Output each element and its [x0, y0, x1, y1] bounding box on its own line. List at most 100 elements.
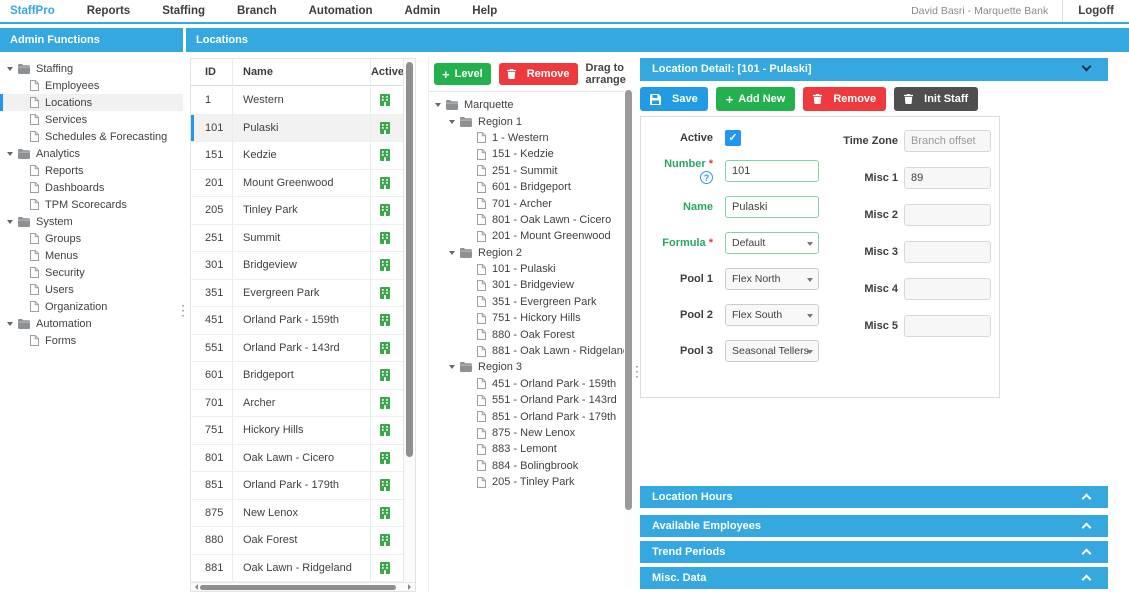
sidebar-item-tpm-scorecards[interactable]: TPM Scorecards — [0, 196, 183, 213]
org-item-880-oak-forest[interactable]: 880 - Oak Forest — [433, 326, 634, 342]
table-row-701[interactable]: 701Archer — [191, 390, 415, 418]
sidebar-folder-automation[interactable]: Automation — [0, 315, 183, 332]
org-item-801-oak-lawn-cicero[interactable]: 801 - Oak Lawn - Cicero — [433, 212, 634, 228]
org-item-451-orland-park-159th[interactable]: 451 - Orland Park - 159th — [433, 376, 634, 392]
org-folder-region-1[interactable]: Region 1 — [433, 113, 634, 129]
caret-down-icon[interactable] — [435, 103, 441, 107]
remove-button[interactable]: Remove — [803, 87, 886, 111]
caret-down-icon[interactable] — [7, 322, 13, 326]
table-vertical-scrollbar[interactable] — [403, 59, 415, 582]
table-row-601[interactable]: 601Bridgeport — [191, 362, 415, 390]
scroll-right-arrow-icon[interactable] — [408, 584, 414, 590]
caret-down-icon[interactable] — [449, 120, 455, 124]
table-row-851[interactable]: 851Orland Park - 179th — [191, 472, 415, 500]
add-new-button[interactable]: + Add New — [716, 87, 796, 111]
sidebar-item-dashboards[interactable]: Dashboards — [0, 179, 183, 196]
pool3-select[interactable]: Seasonal Tellers — [725, 340, 819, 362]
org-item-301-bridgeview[interactable]: 301 - Bridgeview — [433, 277, 634, 293]
nav-item-staffing[interactable]: Staffing — [146, 5, 221, 17]
sidebar-item-reports[interactable]: Reports — [0, 162, 183, 179]
table-row-551[interactable]: 551Orland Park - 143rd — [191, 335, 415, 363]
sidebar-item-groups[interactable]: Groups — [0, 230, 183, 247]
sidebar-folder-system[interactable]: System — [0, 213, 183, 230]
org-item-101-pulaski[interactable]: 101 - Pulaski — [433, 261, 634, 277]
org-item-205-tinley-park[interactable]: 205 - Tinley Park — [433, 474, 634, 490]
table-row-751[interactable]: 751Hickory Hills — [191, 417, 415, 445]
nav-item-automation[interactable]: Automation — [293, 5, 389, 17]
org-item-851-orland-park-179th[interactable]: 851 - Orland Park - 179th — [433, 408, 634, 424]
pool2-select[interactable]: Flex South — [725, 304, 819, 326]
nav-item-help[interactable]: Help — [456, 5, 513, 17]
org-folder-marquette[interactable]: Marquette — [433, 97, 634, 113]
misc4-input[interactable] — [904, 278, 991, 300]
location-detail-header[interactable]: Location Detail: [101 - Pulaski] — [640, 58, 1108, 81]
column-header-name[interactable]: Name — [233, 59, 371, 85]
caret-down-icon[interactable] — [7, 152, 13, 156]
org-item-1-western[interactable]: 1 - Western — [433, 130, 634, 146]
table-row-880[interactable]: 880Oak Forest — [191, 527, 415, 555]
active-checkbox[interactable]: ✓ — [725, 130, 741, 146]
sidebar-item-menus[interactable]: Menus — [0, 247, 183, 264]
org-item-351-evergreen-park[interactable]: 351 - Evergreen Park — [433, 294, 634, 310]
caret-down-icon[interactable] — [449, 251, 455, 255]
sidebar-item-schedules-forecasting[interactable]: Schedules & Forecasting — [0, 128, 183, 145]
org-item-551-orland-park-143rd[interactable]: 551 - Orland Park - 143rd — [433, 392, 634, 408]
org-folder-region-3[interactable]: Region 3 — [433, 359, 634, 375]
timezone-input[interactable] — [904, 130, 991, 152]
sidebar-item-users[interactable]: Users — [0, 281, 183, 298]
caret-down-icon[interactable] — [7, 220, 13, 224]
org-item-881-oak-lawn-ridgeland[interactable]: 881 - Oak Lawn - Ridgeland — [433, 343, 634, 359]
org-item-875-new-lenox[interactable]: 875 - New Lenox — [433, 425, 634, 441]
table-row-351[interactable]: 351Evergreen Park — [191, 280, 415, 308]
org-item-251-summit[interactable]: 251 - Summit — [433, 163, 634, 179]
org-item-751-hickory-hills[interactable]: 751 - Hickory Hills — [433, 310, 634, 326]
sidebar-item-services[interactable]: Services — [0, 111, 183, 128]
scroll-left-arrow-icon[interactable] — [192, 584, 198, 590]
help-icon[interactable]: ? — [700, 171, 713, 184]
sidebar-item-employees[interactable]: Employees — [0, 77, 183, 94]
table-row-1[interactable]: 1Western — [191, 87, 415, 115]
save-button[interactable]: Save — [640, 87, 708, 111]
sidebar-item-organization[interactable]: Organization — [0, 298, 183, 315]
number-input[interactable] — [725, 160, 819, 182]
org-folder-region-2[interactable]: Region 2 — [433, 245, 634, 261]
section-bar-location-hours[interactable]: Location Hours — [640, 486, 1108, 508]
section-bar-misc-data[interactable]: Misc. Data — [640, 567, 1108, 589]
table-row-101[interactable]: 101Pulaski — [191, 115, 415, 143]
section-bar-trend-periods[interactable]: Trend Periods — [640, 541, 1108, 563]
nav-item-reports[interactable]: Reports — [71, 5, 146, 17]
nav-item-admin[interactable]: Admin — [389, 5, 457, 17]
misc5-input[interactable] — [904, 315, 991, 337]
org-item-201-mount-greenwood[interactable]: 201 - Mount Greenwood — [433, 228, 634, 244]
table-row-251[interactable]: 251Summit — [191, 225, 415, 253]
pool1-select[interactable]: Flex North — [725, 268, 819, 290]
sidebar-item-locations[interactable]: Locations — [0, 94, 183, 111]
caret-down-icon[interactable] — [7, 67, 13, 71]
column-header-active[interactable]: Active — [371, 59, 404, 85]
sidebar-item-forms[interactable]: Forms — [0, 332, 183, 349]
scrollbar-thumb[interactable] — [200, 585, 396, 590]
sidebar-folder-staffing[interactable]: Staffing — [0, 60, 183, 77]
org-item-151-kedzie[interactable]: 151 - Kedzie — [433, 146, 634, 162]
table-row-881[interactable]: 881Oak Lawn - Ridgeland — [191, 555, 415, 583]
logoff-button[interactable]: Logoff — [1062, 0, 1129, 22]
app-logo[interactable]: StaffPro — [0, 5, 71, 17]
org-item-883-lemont[interactable]: 883 - Lemont — [433, 441, 634, 457]
misc3-input[interactable] — [904, 241, 991, 263]
misc1-input[interactable] — [904, 167, 991, 189]
sidebar-item-security[interactable]: Security — [0, 264, 183, 281]
misc2-input[interactable] — [904, 204, 991, 226]
scrollbar-thumb[interactable] — [406, 62, 413, 457]
table-horizontal-scrollbar[interactable] — [191, 582, 415, 591]
org-item-884-bolingbrook[interactable]: 884 - Bolingbrook — [433, 458, 634, 474]
sidebar-folder-analytics[interactable]: Analytics — [0, 145, 183, 162]
scrollbar-thumb[interactable] — [625, 90, 632, 510]
remove-level-button[interactable]: Remove — [499, 63, 578, 85]
init-staff-button[interactable]: Init Staff — [894, 87, 978, 111]
table-row-205[interactable]: 205Tinley Park — [191, 197, 415, 225]
caret-down-icon[interactable] — [449, 365, 455, 369]
section-bar-available-employees[interactable]: Available Employees — [640, 515, 1108, 537]
org-item-601-bridgeport[interactable]: 601 - Bridgeport — [433, 179, 634, 195]
table-row-301[interactable]: 301Bridgeview — [191, 252, 415, 280]
name-input[interactable] — [725, 196, 819, 218]
